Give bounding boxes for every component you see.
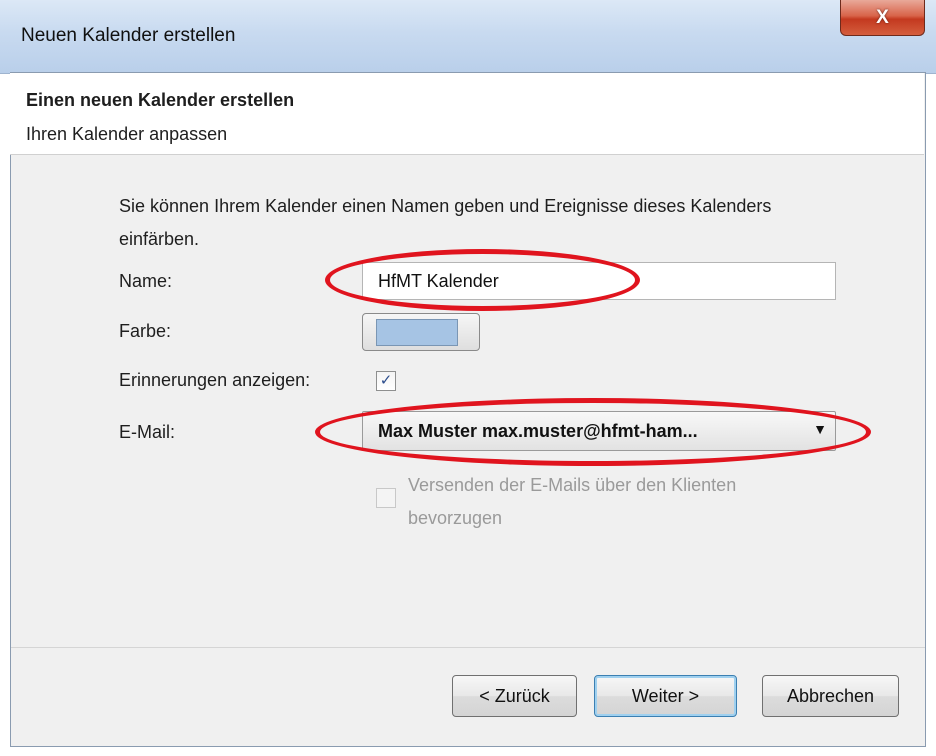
close-icon: X — [876, 6, 889, 28]
client-mail-label: Versenden der E-Mails über den Klienten … — [408, 475, 737, 528]
color-swatch — [376, 319, 458, 346]
reminders-label: Erinnerungen anzeigen: — [119, 370, 311, 390]
intro-text: Sie können Ihrem Kalender einen Namen ge… — [119, 196, 772, 249]
name-label: Name: — [119, 271, 173, 291]
window-title: Neuen Kalender erstellen — [21, 25, 236, 46]
footer-divider — [11, 647, 925, 648]
cancel-button[interactable]: Abbrechen — [762, 675, 899, 717]
name-input[interactable]: HfMT Kalender — [362, 262, 836, 300]
email-selected-value: Max Muster max.muster@hfmt-ham... — [378, 421, 698, 441]
next-button[interactable]: Weiter > — [594, 675, 737, 717]
color-picker-button[interactable] — [362, 313, 480, 351]
wizard-page-title: Einen neuen Kalender erstellen — [26, 90, 295, 110]
close-button[interactable]: X — [840, 0, 925, 36]
title-bar: Neuen Kalender erstellen X — [0, 0, 936, 74]
email-label: E-Mail: — [119, 422, 176, 442]
chevron-down-icon: ▼ — [813, 421, 827, 437]
color-label: Farbe: — [119, 321, 172, 341]
wizard-page-subtitle: Ihren Kalender anpassen — [26, 124, 228, 144]
reminders-checkbox[interactable]: ✓ — [376, 371, 396, 391]
checkmark-icon: ✓ — [379, 372, 393, 389]
email-select[interactable]: Max Muster max.muster@hfmt-ham... ▼ — [362, 411, 836, 451]
back-button[interactable]: < Zurück — [452, 675, 577, 717]
dialog-body — [10, 72, 926, 747]
client-mail-checkbox[interactable] — [376, 488, 396, 508]
